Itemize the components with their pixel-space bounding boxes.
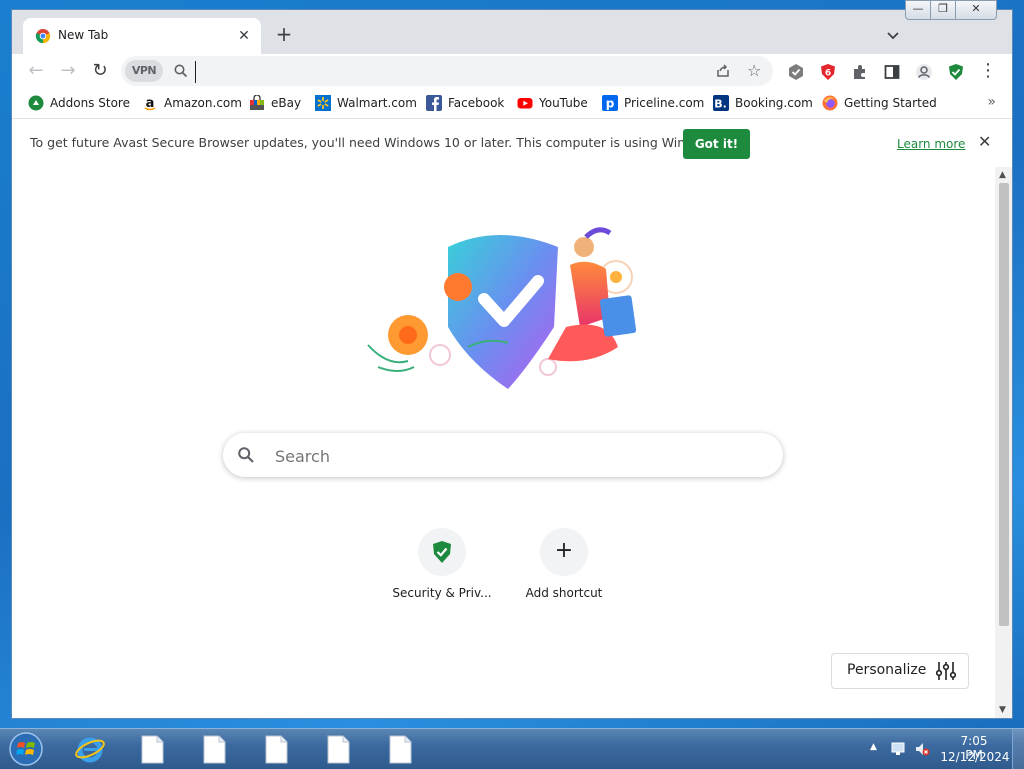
- privacy-shield-ext-icon[interactable]: 6: [819, 63, 837, 81]
- infobar-message: To get future Avast Secure Browser updat…: [30, 135, 734, 150]
- search-icon: [174, 64, 188, 78]
- sliders-icon: [936, 662, 956, 680]
- facebook-icon: [426, 95, 442, 111]
- svg-text:B.: B.: [714, 98, 727, 111]
- bookmark-ebay[interactable]: eBay: [249, 94, 301, 112]
- new-tab-button[interactable]: +: [274, 24, 294, 45]
- tab-close-icon[interactable]: ✕: [235, 27, 253, 45]
- walmart-icon: [315, 95, 331, 111]
- tab-new-tab[interactable]: New Tab ✕: [23, 18, 261, 54]
- browser-menu-icon[interactable]: ⋮: [978, 61, 998, 81]
- profile-avatar-icon[interactable]: [915, 63, 933, 81]
- window-maximize-button[interactable]: ❐: [930, 0, 956, 20]
- bookmark-addons-store[interactable]: Addons Store: [28, 94, 130, 112]
- booking-icon: B.: [713, 95, 729, 111]
- bookmark-getting-started[interactable]: Getting Started: [822, 94, 937, 112]
- browser-favicon-icon: [35, 29, 51, 44]
- bookmark-label: Addons Store: [50, 96, 130, 110]
- priceline-icon: p: [602, 95, 618, 111]
- shield-check-icon: [433, 541, 451, 563]
- add-shortcut-button[interactable]: + Add shortcut: [508, 528, 620, 612]
- bookmark-label: Booking.com: [735, 96, 813, 110]
- network-icon[interactable]: [890, 741, 906, 757]
- reload-button[interactable]: ↻: [90, 61, 110, 81]
- window-close-button[interactable]: ✕: [955, 0, 997, 20]
- toolbar: ← → ↻ VPN ☆ 6 ⋮: [12, 54, 1012, 88]
- start-orb-icon[interactable]: [8, 731, 44, 767]
- personalize-button[interactable]: Personalize: [831, 653, 969, 689]
- shortcut-tile: +: [540, 528, 588, 576]
- browser-window: New Tab ✕ + ← → ↻ VPN ☆ 6 ⋮ Addons Store…: [12, 10, 1012, 718]
- bookmark-youtube[interactable]: YouTube: [517, 94, 588, 112]
- tray-overflow-icon[interactable]: ▲: [870, 742, 877, 752]
- bookmark-star-icon[interactable]: ☆: [747, 61, 761, 80]
- infobar-close-icon[interactable]: ✕: [978, 132, 991, 151]
- update-infobar: To get future Avast Secure Browser updat…: [12, 118, 1012, 168]
- clock-date[interactable]: 12/12/2024: [940, 750, 1010, 764]
- bookmark-facebook[interactable]: Facebook: [426, 94, 504, 112]
- bookmark-amazon[interactable]: a Amazon.com: [142, 94, 242, 112]
- addons-store-icon: [28, 95, 44, 111]
- bookmark-label: Walmart.com: [337, 96, 417, 110]
- shortcut-label: Add shortcut: [525, 586, 603, 600]
- scroll-up-icon[interactable]: ▲: [999, 170, 1006, 180]
- ebay-icon: [250, 95, 264, 110]
- bookmark-booking[interactable]: B. Booking.com: [713, 94, 813, 112]
- shortcut-tile: [418, 528, 466, 576]
- show-desktop-button[interactable]: [1012, 729, 1024, 769]
- file-icon[interactable]: [260, 733, 292, 765]
- svg-text:6: 6: [825, 69, 831, 79]
- bookmark-priceline[interactable]: p Priceline.com: [602, 94, 704, 112]
- scroll-thumb[interactable]: [999, 183, 1009, 626]
- bookmark-label: Facebook: [448, 96, 505, 110]
- share-icon[interactable]: [715, 63, 731, 79]
- file-icon[interactable]: [384, 733, 416, 765]
- personalize-label: Personalize: [847, 662, 927, 678]
- vpn-button[interactable]: VPN: [125, 60, 163, 82]
- hero-illustration: [367, 227, 637, 389]
- bookmark-label: YouTube: [539, 96, 588, 110]
- shortcut-security-privacy[interactable]: Security & Priv...: [386, 528, 498, 612]
- scroll-down-icon[interactable]: ▼: [999, 705, 1006, 715]
- ntp-search-input[interactable]: [273, 444, 757, 468]
- svg-text:p: p: [606, 97, 615, 111]
- new-tab-page: Security & Priv... + Add shortcut Person…: [12, 167, 995, 718]
- bookmarks-bar: Addons Store a Amazon.com eBay Walmart.c…: [12, 88, 1012, 118]
- bookmark-label: Priceline.com: [624, 96, 705, 110]
- learn-more-link[interactable]: Learn more: [897, 137, 965, 151]
- extensions-puzzle-icon[interactable]: [851, 63, 869, 81]
- taskbar: ▲ 7:05 PM 12/12/2024: [0, 728, 1024, 769]
- bookmark-label: Getting Started: [844, 96, 937, 110]
- volume-muted-icon[interactable]: [914, 741, 930, 757]
- internet-explorer-icon[interactable]: [74, 733, 106, 765]
- bookmark-label: Amazon.com: [164, 96, 242, 110]
- bookmark-walmart[interactable]: Walmart.com: [315, 94, 417, 112]
- got-it-button[interactable]: Got it!: [683, 129, 750, 159]
- tab-title: New Tab: [58, 28, 109, 42]
- forward-button[interactable]: →: [58, 61, 78, 81]
- ntp-search-box[interactable]: [223, 433, 783, 477]
- youtube-icon: [517, 98, 533, 109]
- tab-strip: New Tab ✕ +: [12, 10, 1012, 54]
- file-icon[interactable]: [136, 733, 168, 765]
- address-input[interactable]: [195, 61, 700, 83]
- window-minimize-button[interactable]: —: [905, 0, 931, 20]
- side-panel-icon[interactable]: [883, 63, 901, 81]
- avast-ext-icon[interactable]: [787, 63, 805, 81]
- back-button[interactable]: ←: [26, 61, 46, 81]
- search-icon: [238, 447, 254, 463]
- bookmarks-overflow-icon[interactable]: »: [987, 94, 996, 110]
- amazon-icon: a: [144, 96, 156, 111]
- plus-icon: +: [554, 538, 574, 563]
- page-scrollbar[interactable]: ▲ ▼: [995, 167, 1012, 718]
- bookmark-label: eBay: [271, 96, 302, 110]
- file-icon[interactable]: [198, 733, 230, 765]
- firefox-icon: [822, 95, 838, 111]
- file-icon[interactable]: [322, 733, 354, 765]
- tab-search-icon[interactable]: [885, 27, 901, 43]
- address-bar[interactable]: VPN ☆: [121, 56, 773, 86]
- security-shield-ext-icon[interactable]: [947, 63, 965, 81]
- shortcut-label: Security & Priv...: [392, 586, 492, 600]
